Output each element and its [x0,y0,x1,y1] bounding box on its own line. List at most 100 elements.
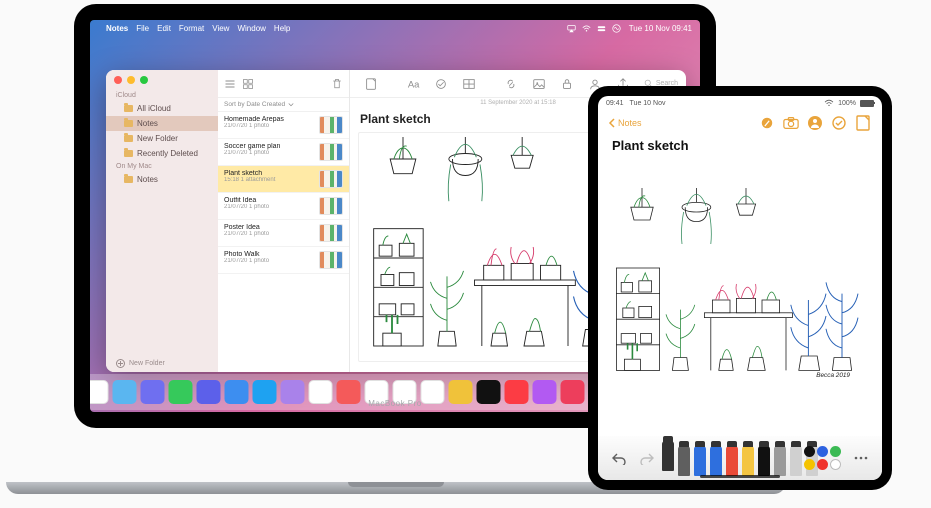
control-center-icon[interactable] [597,24,606,33]
note-row-meta: 21/07/20 1 photo [224,123,314,129]
color-swatch[interactable] [830,459,841,470]
sidebar-section-icloud: iCloud [106,90,218,101]
markup-pen-tool[interactable] [694,446,706,476]
menubar-item-format[interactable]: Format [179,24,204,33]
minimize-window-button[interactable] [127,76,135,84]
dock-app-icon[interactable] [169,380,193,404]
menubar-item-file[interactable]: File [136,24,149,33]
dock-app-icon[interactable] [281,380,305,404]
note-row-meta: 21/07/20 1 photo [224,231,314,237]
markup-pen-tool[interactable] [742,446,754,476]
airplay-icon[interactable] [567,24,576,33]
ipad-sketch-canvas[interactable] [610,159,866,409]
list-toolbar [218,70,349,98]
ipad-notes-toolbar: Notes [598,110,882,136]
color-swatch[interactable] [804,459,815,470]
note-row-meta: 21/07/20 1 photo [224,150,314,156]
dock-app-icon[interactable] [337,380,361,404]
dock-app-icon[interactable] [533,380,557,404]
link-button[interactable] [500,75,522,93]
battery-icon [860,100,874,107]
note-list-item[interactable]: Outfit Idea21/07/20 1 photo [218,193,349,220]
menubar-item-view[interactable]: View [212,24,229,33]
note-list-item[interactable]: Homemade Arepas21/07/20 1 photo [218,112,349,139]
redo-button[interactable] [636,447,658,469]
notes-sidebar: iCloud All iCloud Notes New Folder Recen… [106,70,218,372]
note-list-item[interactable]: Photo Walk21/07/20 1 photo [218,247,349,274]
color-swatch[interactable] [830,446,841,457]
lock-button[interactable] [556,75,578,93]
new-note-button[interactable] [360,75,382,93]
note-row-title: Homemade Arepas [224,116,314,123]
siri-icon[interactable] [612,24,621,33]
sort-dropdown[interactable]: Sort by Date Created [218,98,349,112]
menubar-item-window[interactable]: Window [237,24,265,33]
ipad-note-body: Plant sketch [598,136,882,436]
sidebar-item-label: All iCloud [137,104,171,113]
ruler-tool[interactable] [790,446,802,476]
markup-tool-tray [598,436,882,480]
ipad-status-bar: 09:41 Tue 10 Nov 100% [598,96,882,110]
new-note-button[interactable] [854,114,872,132]
folder-icon [124,120,133,127]
ipad-battery-label: 100% [838,100,856,107]
sidebar-item-local-notes[interactable]: Notes [106,172,218,187]
dock-app-icon[interactable] [477,380,501,404]
note-list-item[interactable]: Soccer game plan21/07/20 1 photo [218,139,349,166]
camera-button[interactable] [782,114,800,132]
sidebar-item-new-folder[interactable]: New Folder [106,131,218,146]
markup-pen-tool[interactable] [662,441,674,471]
sidebar-item-recently-deleted[interactable]: Recently Deleted [106,146,218,161]
wifi-icon[interactable] [582,24,591,33]
chevron-down-icon [288,102,294,108]
dock-app-icon[interactable] [449,380,473,404]
dock-app-icon[interactable] [141,380,165,404]
checklist-button[interactable] [830,114,848,132]
menubar-clock[interactable]: Tue 10 Nov 09:41 [629,24,692,33]
dock-app-icon[interactable] [309,380,333,404]
back-button[interactable]: Notes [608,118,642,128]
menubar-item-notes[interactable]: Notes [106,24,128,33]
dock-app-icon[interactable] [505,380,529,404]
sidebar-item-label: Notes [137,175,158,184]
markup-pen-tool[interactable] [726,446,738,476]
dock-app-icon[interactable] [253,380,277,404]
new-folder-button[interactable]: New Folder [106,355,218,372]
markup-pen-tool[interactable] [758,446,770,476]
ipad-note-title[interactable]: Plant sketch [612,138,870,153]
close-window-button[interactable] [114,76,122,84]
markup-pen-tool[interactable] [710,446,722,476]
markup-pen-tool[interactable] [774,446,786,476]
color-swatch[interactable] [817,446,828,457]
format-text-button[interactable]: Aa [402,75,424,93]
collaborate-button[interactable] [806,114,824,132]
dock-app-icon[interactable] [90,380,109,404]
dock-app-icon[interactable] [225,380,249,404]
grid-view-icon[interactable] [242,78,254,90]
markup-button[interactable] [758,114,776,132]
ipad-status-date: Tue 10 Nov [630,100,666,107]
trash-icon[interactable] [331,78,343,90]
note-list-item[interactable]: Plant sketch15:18 1 attachment [218,166,349,193]
note-list-item[interactable]: Poster Idea21/07/20 1 photo [218,220,349,247]
undo-button[interactable] [608,447,630,469]
list-view-icon[interactable] [224,78,236,90]
color-swatch[interactable] [817,459,828,470]
markup-pen-tool[interactable] [678,446,690,476]
dock-app-icon[interactable] [561,380,585,404]
checklist-button[interactable] [430,75,452,93]
sidebar-item-notes[interactable]: Notes [106,116,218,131]
more-tools-button[interactable] [850,447,872,469]
photos-button[interactable] [528,75,550,93]
fullscreen-window-button[interactable] [140,76,148,84]
menubar-item-edit[interactable]: Edit [157,24,171,33]
notes-list-pane: Sort by Date Created Homemade Arepas21/0… [218,70,350,372]
menubar-item-help[interactable]: Help [274,24,290,33]
color-swatch[interactable] [804,446,815,457]
sidebar-item-all-icloud[interactable]: All iCloud [106,101,218,116]
dock-app-icon[interactable] [197,380,221,404]
dock-app-icon[interactable] [113,380,137,404]
dock-app-icon[interactable] [421,380,445,404]
home-indicator[interactable] [700,475,780,478]
table-button[interactable] [458,75,480,93]
